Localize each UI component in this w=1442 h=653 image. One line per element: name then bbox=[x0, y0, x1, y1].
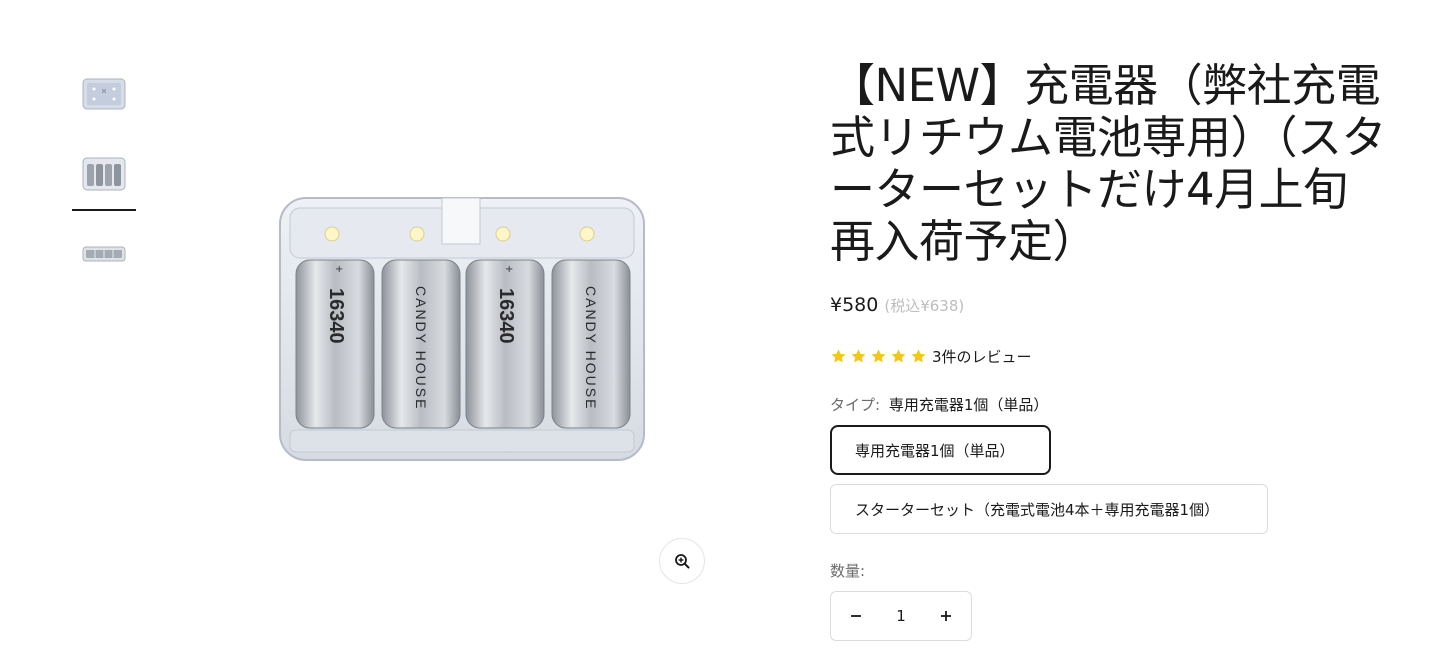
variant-option-label: スターターセット（充電式電池4本＋専用充電器1個） bbox=[855, 500, 1220, 519]
zoom-in-icon bbox=[675, 554, 690, 569]
svg-text:+: + bbox=[505, 264, 513, 275]
price-with-tax: (税込¥638) bbox=[884, 297, 965, 315]
price: ¥580 bbox=[830, 294, 879, 316]
battery-label-2: CANDY HOUSE bbox=[413, 286, 429, 410]
battery-label-3: 16340 bbox=[495, 288, 517, 344]
variant-label-row: タイプ: 専用充電器1個（単品） bbox=[830, 394, 1048, 415]
minus-icon bbox=[851, 615, 861, 617]
battery-label-4: CANDY HOUSE bbox=[583, 286, 599, 410]
quantity-stepper bbox=[830, 591, 972, 641]
quantity-increase-button[interactable] bbox=[921, 592, 971, 640]
product-info: 【NEW】充電器（弊社充電式リチウム電池専用）（スターターセットだけ4月上旬再入… bbox=[830, 59, 1390, 641]
product-title: 【NEW】充電器（弊社充電式リチウム電池専用）（スターターセットだけ4月上旬再入… bbox=[830, 59, 1387, 268]
rating-row[interactable]: 3件のレビュー bbox=[830, 346, 1032, 367]
quantity-label: 数量: bbox=[830, 562, 866, 580]
star-icon bbox=[871, 349, 886, 363]
star-icon bbox=[851, 349, 866, 363]
star-rating bbox=[830, 348, 927, 365]
quantity-decrease-button[interactable] bbox=[831, 592, 881, 640]
star-icon bbox=[891, 349, 906, 363]
variant-selected-value: 専用充電器1個（単品） bbox=[888, 396, 1049, 414]
svg-text:+: + bbox=[335, 264, 343, 275]
price-row: ¥580 (税込¥638) bbox=[830, 294, 964, 316]
thumbnail-image bbox=[82, 78, 126, 110]
zoom-button[interactable] bbox=[659, 538, 705, 584]
battery-label-1: 16340 bbox=[325, 288, 347, 344]
variant-label: タイプ: bbox=[830, 396, 881, 414]
plus-icon bbox=[941, 611, 951, 621]
variant-option-charger-only[interactable]: 専用充電器1個（単品） bbox=[830, 425, 1051, 475]
main-product-image: 16340 CANDY HOUSE 16340 CANDY HOUSE + + bbox=[270, 190, 654, 470]
star-icon bbox=[911, 349, 926, 363]
quantity-input[interactable] bbox=[881, 607, 921, 625]
review-count-link[interactable]: 3件のレビュー bbox=[932, 346, 1032, 367]
thumbnail-image bbox=[82, 157, 126, 191]
thumbnail-2[interactable] bbox=[72, 142, 136, 211]
variant-option-label: 専用充電器1個（単品） bbox=[855, 441, 1015, 460]
thumbnail-3[interactable] bbox=[72, 222, 136, 286]
thumbnail-1[interactable] bbox=[72, 62, 136, 126]
star-icon bbox=[831, 349, 846, 363]
thumbnail-image bbox=[82, 246, 126, 262]
variant-option-starter-set[interactable]: スターターセット（充電式電池4本＋専用充電器1個） bbox=[830, 484, 1268, 534]
